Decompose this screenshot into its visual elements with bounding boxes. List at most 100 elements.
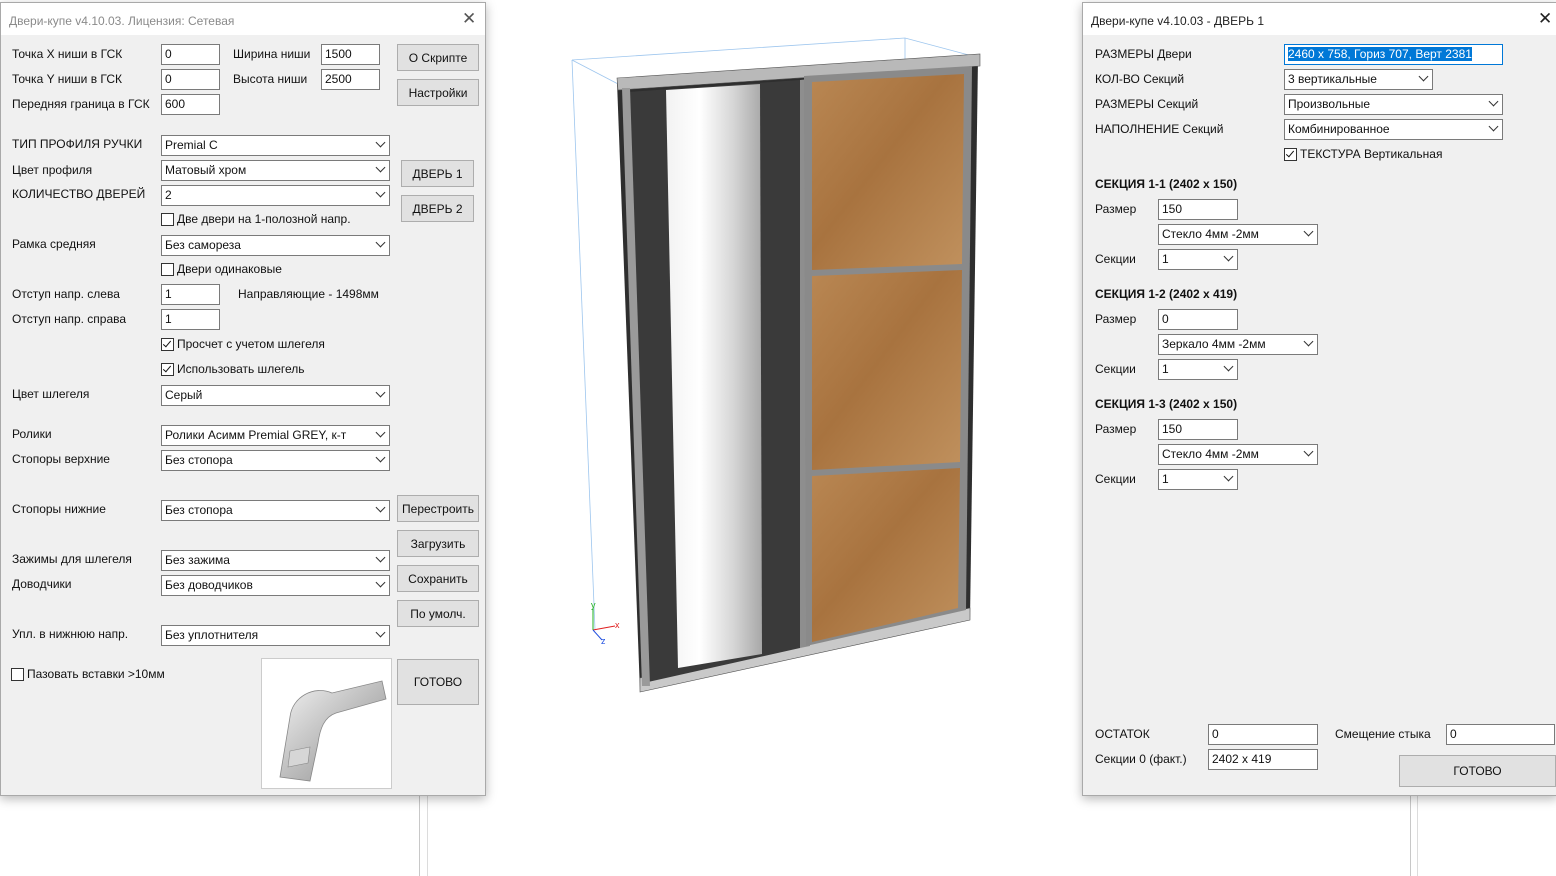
closers-select[interactable]: Без доводчиков [161, 575, 390, 596]
texture-vertical-label: ТЕКСТУРА Вертикальная [1300, 147, 1443, 161]
middle-frame-select[interactable]: Без самореза [161, 235, 390, 256]
section-1-3-material-select[interactable]: Стекло 4мм -2мм [1158, 444, 1318, 465]
section-1-2-size-input[interactable]: 0 [1158, 309, 1238, 330]
two-doors-one-rail-checkbox[interactable]: Две двери на 1-полозной напр. [161, 212, 351, 226]
save-button[interactable]: Сохранить [397, 565, 479, 592]
use-schlegel-label: Использовать шлегель [177, 362, 305, 376]
closers-value: Без доводчиков [165, 578, 253, 592]
checkbox-box[interactable] [11, 667, 24, 681]
chevron-down-icon [1303, 226, 1314, 237]
chevron-down-icon [375, 162, 386, 173]
schlegel-color-value: Серый [165, 388, 203, 402]
door2-button[interactable]: ДВЕРЬ 2 [401, 195, 474, 222]
section-1-2-material-value: Зеркало 4мм -2мм [1162, 337, 1266, 351]
section-sizes-select[interactable]: Произвольные [1284, 94, 1503, 115]
section0-fact-input[interactable]: 2402 x 419 [1208, 749, 1318, 770]
section-fill-label: НАПОЛНЕНИЕ Секций [1095, 122, 1224, 136]
texture-vertical-checkbox[interactable]: ТЕКСТУРА Вертикальная [1284, 147, 1442, 161]
stoppers-bottom-select[interactable]: Без стопора [161, 500, 390, 521]
niche-y-label: Точка Y ниши в ГСК [12, 72, 123, 86]
section-fill-select[interactable]: Комбинированное [1284, 119, 1503, 140]
chevron-down-icon [1418, 71, 1429, 82]
section-count-label: КОЛ-ВО Секций [1095, 72, 1185, 86]
joint-offset-label: Смещение стыка [1335, 727, 1431, 741]
done-button-main[interactable]: ГОТОВО [397, 659, 479, 705]
defaults-button[interactable]: По умолч. [397, 600, 479, 627]
viewport-border-right [1410, 794, 1411, 876]
chevron-down-icon [375, 502, 386, 513]
calc-schlegel-checkbox[interactable]: Просчет с учетом шлегеля [161, 337, 325, 351]
bottom-seal-value: Без уплотнителя [165, 628, 259, 642]
load-button[interactable]: Загрузить [397, 530, 479, 557]
main-settings-window: Двери-купе v4.10.03. Лицензия: Сетевая ✕… [0, 2, 486, 796]
axis-z-label: z [601, 636, 606, 646]
bottom-seal-label: Упл. в нижнюю напр. [12, 627, 129, 641]
settings-button[interactable]: Настройки [397, 79, 479, 106]
door-size-input[interactable]: 2460 x 758, Гориз 707, Верт 2381 [1284, 44, 1503, 65]
close-icon[interactable]: ✕ [462, 10, 476, 27]
section0-fact-label: Секции 0 (факт.) [1095, 752, 1187, 766]
handle-profile-type-select[interactable]: Premial C [161, 135, 390, 156]
axis-y-label: y [591, 600, 596, 610]
done-button-door[interactable]: ГОТОВО [1399, 755, 1556, 787]
stoppers-top-select[interactable]: Без стопора [161, 450, 390, 471]
section-1-1-sub-select[interactable]: 1 [1158, 249, 1238, 270]
rebuild-button[interactable]: Перестроить [397, 495, 479, 522]
section-1-3-size-input[interactable]: 150 [1158, 419, 1238, 440]
section-1-1-size-input[interactable]: 150 [1158, 199, 1238, 220]
chevron-down-icon [375, 552, 386, 563]
groove-inserts-checkbox[interactable]: Пазовать вставки >10мм [11, 667, 165, 681]
door-count-label: КОЛИЧЕСТВО ДВЕРЕЙ [12, 187, 146, 201]
section-1-2-sub-label: Секции [1095, 362, 1136, 376]
rollers-value: Ролики Асимм Premial GREY, к-т [165, 428, 347, 442]
chevron-down-icon [375, 137, 386, 148]
chevron-down-icon [1223, 251, 1234, 262]
joint-offset-input[interactable]: 0 [1446, 724, 1555, 745]
stoppers-bottom-value: Без стопора [165, 503, 233, 517]
bottom-seal-select[interactable]: Без уплотнителя [161, 625, 390, 646]
wardrobe-3d-view[interactable]: y x z [560, 30, 1000, 710]
door-count-select[interactable]: 2 [161, 185, 390, 206]
niche-y-input[interactable]: 0 [161, 69, 220, 90]
use-schlegel-checkbox[interactable]: Использовать шлегель [161, 362, 305, 376]
checkbox-box[interactable] [161, 262, 174, 276]
same-doors-checkbox[interactable]: Двери одинаковые [161, 262, 282, 276]
about-button[interactable]: О Скрипте [397, 44, 479, 71]
guides-info-text: Направляющие - 1498мм [238, 287, 379, 301]
section-1-2-title: СЕКЦИЯ 1-2 (2402 x 419) [1095, 287, 1238, 301]
section-1-3-sub-select[interactable]: 1 [1158, 469, 1238, 490]
niche-width-input[interactable]: 1500 [321, 44, 380, 65]
front-border-input[interactable]: 600 [161, 94, 220, 115]
checkbox-box[interactable] [161, 212, 174, 226]
rollers-select[interactable]: Ролики Асимм Premial GREY, к-т [161, 425, 390, 446]
niche-height-input[interactable]: 2500 [321, 69, 380, 90]
section-1-1-material-select[interactable]: Стекло 4мм -2мм [1158, 224, 1318, 245]
checkbox-box[interactable] [1284, 147, 1297, 161]
checkbox-box[interactable] [161, 362, 174, 376]
schlegel-color-select[interactable]: Серый [161, 385, 390, 406]
close-icon[interactable]: ✕ [1538, 10, 1552, 27]
offset-left-input[interactable]: 1 [161, 284, 220, 305]
door-window-titlebar: Двери-купе v4.10.03 - ДВЕРЬ 1 ✕ [1083, 3, 1556, 35]
section-sizes-label: РАЗМЕРЫ Секций [1095, 97, 1199, 111]
section-1-3-sub-value: 1 [1162, 472, 1169, 486]
right-door-oak-middle [812, 270, 962, 470]
chevron-down-icon [1223, 361, 1234, 372]
profile-color-select[interactable]: Матовый хром [161, 160, 390, 181]
closers-label: Доводчики [12, 577, 72, 591]
checkbox-box[interactable] [161, 337, 174, 351]
right-door-oak-top [812, 74, 964, 270]
door1-button[interactable]: ДВЕРЬ 1 [401, 160, 474, 187]
section-1-1-material-value: Стекло 4мм -2мм [1162, 227, 1259, 241]
schlegel-clamps-select[interactable]: Без зажима [161, 550, 390, 571]
viewport-border-inner-left [427, 794, 428, 876]
niche-x-input[interactable]: 0 [161, 44, 220, 65]
section-1-2-material-select[interactable]: Зеркало 4мм -2мм [1158, 334, 1318, 355]
handle-profile-type-label: ТИП ПРОФИЛЯ РУЧКИ [12, 137, 143, 151]
section-count-select[interactable]: 3 вертикальные [1284, 69, 1433, 90]
section-1-2-sub-select[interactable]: 1 [1158, 359, 1238, 380]
offset-right-input[interactable]: 1 [161, 309, 220, 330]
niche-x-label: Точка X ниши в ГСК [12, 47, 123, 61]
section-1-3-size-label: Размер [1095, 422, 1137, 436]
remainder-input[interactable]: 0 [1208, 724, 1318, 745]
